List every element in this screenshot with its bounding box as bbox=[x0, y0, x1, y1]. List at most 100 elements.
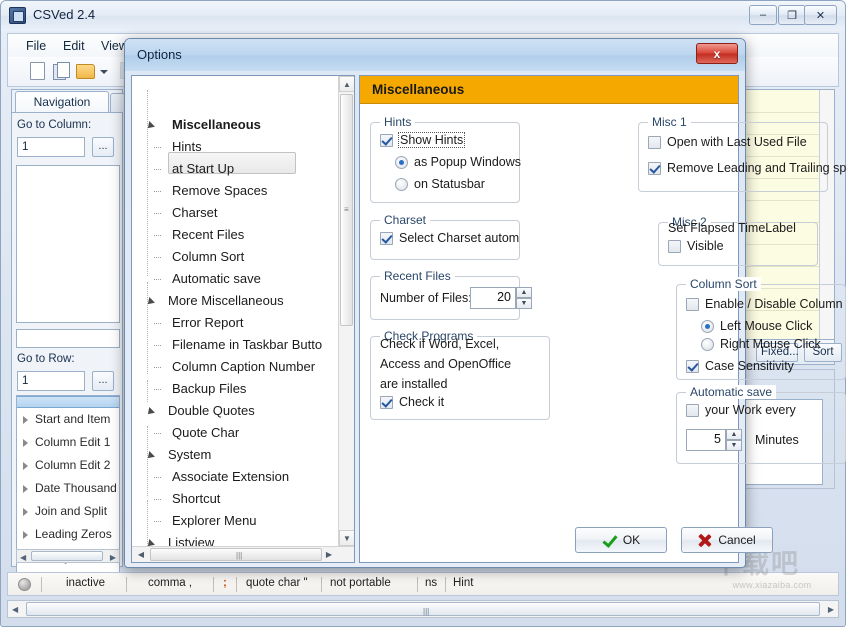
menu-edit[interactable]: Edit bbox=[57, 37, 91, 55]
scroll-right-icon[interactable]: ▶ bbox=[828, 605, 834, 614]
chevron-down-icon[interactable] bbox=[100, 70, 108, 74]
tree-label: Hints bbox=[172, 139, 202, 154]
expand-arrow-icon[interactable] bbox=[23, 439, 28, 447]
autosave-minutes-stepper[interactable]: 5 ▲ ▼ bbox=[686, 429, 742, 451]
nav-tree-label: Column Edit 2 bbox=[35, 458, 111, 472]
options-dialog-close-button[interactable]: x bbox=[696, 43, 738, 64]
checkbox-label: Visible bbox=[687, 239, 724, 253]
scrollbar-thumb[interactable]: ≡ bbox=[340, 94, 353, 326]
stepper-up-icon[interactable]: ▲ bbox=[726, 429, 742, 440]
scrollbar-thumb[interactable]: ||| bbox=[150, 548, 322, 561]
close-icon: ✕ bbox=[815, 9, 826, 22]
tree-label: Remove Spaces bbox=[172, 183, 268, 198]
checkbox-label: Case Sensitivity bbox=[705, 359, 794, 373]
misc1-group: Misc 1 Open with Last Used File Remove L… bbox=[638, 115, 846, 192]
status-quote-char: quote char " bbox=[246, 577, 308, 589]
minutes-label: Minutes bbox=[755, 433, 799, 447]
ok-button[interactable]: OK bbox=[575, 527, 667, 553]
tree-label: More Miscellaneous bbox=[168, 293, 284, 308]
radio-label: Right Mouse Click bbox=[720, 337, 821, 351]
tree-label: Recent Files bbox=[172, 227, 245, 242]
scrollbar-grip-icon: ||| bbox=[236, 551, 243, 560]
title-bar: CSVed 2.4 – ❐ ✕ bbox=[1, 1, 845, 31]
stepper-down-icon[interactable]: ▼ bbox=[726, 440, 742, 451]
checkbox-icon bbox=[686, 404, 699, 417]
collapse-arrow-icon[interactable] bbox=[145, 407, 155, 417]
tree-vertical-scrollbar[interactable]: ▲ ≡ ▼ bbox=[338, 76, 354, 546]
maximize-button[interactable]: ❐ bbox=[778, 5, 806, 25]
app-title: CSVed 2.4 bbox=[33, 7, 96, 22]
cancel-button[interactable]: Cancel bbox=[681, 527, 773, 553]
radio-label: as Popup Windows bbox=[414, 155, 522, 169]
expand-arrow-icon[interactable] bbox=[23, 462, 28, 470]
nav-tree-label: Join and Split bbox=[35, 504, 108, 518]
status-portable: not portable bbox=[330, 577, 391, 589]
navigation-listbox[interactable] bbox=[16, 165, 120, 323]
number-of-files-stepper[interactable]: 20 ▲ ▼ bbox=[470, 287, 532, 309]
checkbox-label: Open with Last Used File bbox=[667, 135, 807, 149]
status-inactive: inactive bbox=[66, 577, 105, 589]
radio-label: Left Mouse Click bbox=[720, 319, 813, 333]
expand-arrow-icon[interactable] bbox=[23, 531, 28, 539]
options-content-pane: Miscellaneous Hints Show Hints as Popup … bbox=[359, 75, 846, 563]
scroll-left-icon[interactable]: ◀ bbox=[20, 553, 26, 562]
options-content-header: Miscellaneous bbox=[360, 76, 738, 104]
stepper-down-icon[interactable]: ▼ bbox=[516, 298, 532, 309]
hints-group-title: Hints bbox=[380, 115, 416, 129]
recent-files-group-title: Recent Files bbox=[380, 269, 455, 283]
elapsed-timelabel-note: Set Flapsed TimeLabel bbox=[668, 221, 796, 235]
new-file-icon[interactable] bbox=[30, 62, 45, 80]
scroll-right-icon[interactable]: ▶ bbox=[110, 553, 116, 562]
expand-arrow-icon[interactable] bbox=[23, 416, 28, 424]
expand-arrow-icon[interactable] bbox=[23, 485, 28, 493]
status-separator-char: comma , bbox=[148, 577, 193, 589]
go-to-column-input[interactable]: 1 bbox=[17, 137, 85, 157]
stepper-up-icon[interactable]: ▲ bbox=[516, 287, 532, 298]
scrollbar-thumb[interactable] bbox=[31, 551, 103, 561]
navigation-panel: Navigation Go to Column: 1 ... Go to Row… bbox=[11, 89, 126, 573]
tree-label: Miscellaneous bbox=[172, 117, 261, 132]
tab-navigation[interactable]: Navigation bbox=[15, 91, 109, 112]
tree-label: Double Quotes bbox=[168, 403, 255, 418]
recent-files-group: Recent Files Number of Files: 20 ▲ ▼ bbox=[370, 269, 532, 320]
status-ns: ns bbox=[425, 577, 438, 589]
hints-group: Hints Show Hints as Popup Windows on Sta… bbox=[370, 115, 522, 203]
scrollbar-thumb[interactable]: ||| bbox=[26, 602, 820, 616]
expand-arrow-icon[interactable] bbox=[23, 508, 28, 516]
copy-icon[interactable] bbox=[53, 62, 70, 80]
minimize-icon: – bbox=[759, 9, 767, 21]
menu-file[interactable]: File bbox=[20, 37, 52, 55]
go-to-row-browse-button[interactable]: ... bbox=[92, 371, 114, 391]
radio-icon bbox=[395, 178, 408, 191]
tree-label: Explorer Menu bbox=[172, 513, 257, 528]
scroll-right-icon[interactable]: ▶ bbox=[321, 547, 337, 562]
checkbox-label: Enable / Disable Column bbox=[705, 297, 843, 311]
column-sort-group-title: Column Sort bbox=[686, 277, 761, 291]
number-of-files-input[interactable]: 20 bbox=[470, 287, 516, 309]
go-to-column-browse-button[interactable]: ... bbox=[92, 137, 114, 157]
go-to-row-input[interactable]: 1 bbox=[17, 371, 85, 391]
open-folder-icon[interactable] bbox=[76, 64, 95, 79]
scroll-up-icon[interactable]: ▲ bbox=[339, 76, 354, 92]
navigation-tree[interactable]: Start and Item Column Edit 1 Column Edit… bbox=[16, 395, 120, 573]
checkbox-icon bbox=[380, 396, 393, 409]
checkbox-label: Select Charset autom bbox=[399, 231, 520, 245]
autosave-minutes-input[interactable]: 5 bbox=[686, 429, 726, 451]
navigation-horizontal-scrollbar[interactable]: ◀ ▶ bbox=[16, 549, 120, 563]
scroll-down-icon[interactable]: ▼ bbox=[339, 530, 354, 546]
tree-label: Shortcut bbox=[172, 491, 221, 506]
options-category-tree[interactable]: Miscellaneous Hints at Start Up Remove S… bbox=[131, 75, 355, 563]
tree-label: at Start Up bbox=[172, 161, 235, 176]
misc2-group: Misc 2 Set Flapsed TimeLabel Visible bbox=[658, 215, 818, 266]
close-button[interactable]: ✕ bbox=[804, 5, 837, 25]
tree-label: Filename in Taskbar Butto bbox=[172, 337, 323, 352]
navigation-edit-field[interactable] bbox=[16, 329, 120, 348]
radio-icon bbox=[701, 320, 714, 333]
window-horizontal-scrollbar[interactable]: ◀ ▶ ||| bbox=[7, 600, 839, 618]
minimize-button[interactable]: – bbox=[749, 5, 777, 25]
tree-horizontal-scrollbar[interactable]: ◀ ▶ ||| bbox=[132, 546, 354, 562]
nav-tree-label: Column Edit 1 bbox=[35, 435, 111, 449]
scroll-left-icon[interactable]: ◀ bbox=[133, 547, 149, 562]
scroll-left-icon[interactable]: ◀ bbox=[12, 605, 18, 614]
status-semicolon: ; bbox=[223, 577, 227, 589]
